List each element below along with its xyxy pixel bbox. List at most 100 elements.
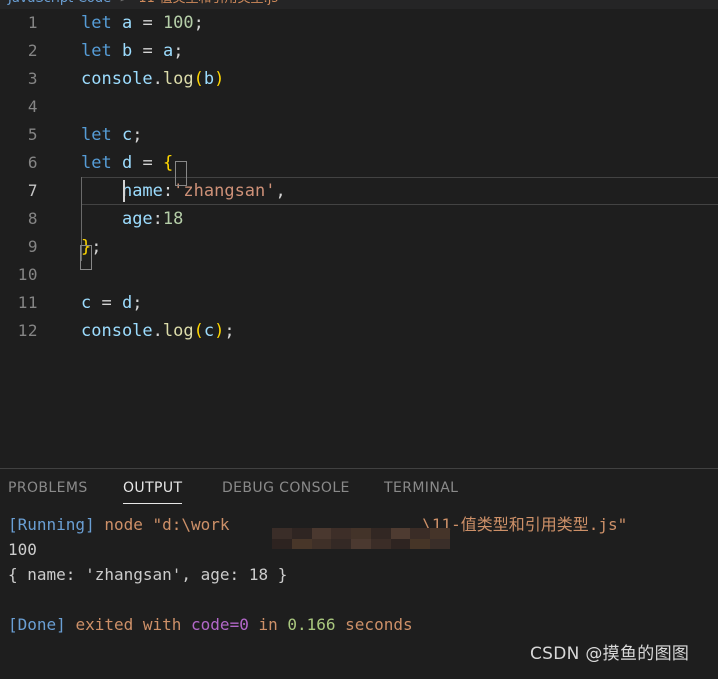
code-token: let xyxy=(81,125,112,145)
active-tab-underline xyxy=(123,503,183,504)
code-token: . xyxy=(152,69,163,89)
code-line[interactable]: 10 xyxy=(0,261,718,289)
indent-guide xyxy=(81,177,82,261)
code-token: console xyxy=(81,69,153,89)
code-line-list[interactable]: 1 let a = 100; 2 let b = a; 3 console.log(b) 4… xyxy=(0,9,718,345)
code-token: = xyxy=(132,13,163,33)
redaction-block xyxy=(370,538,391,549)
code-line[interactable]: 3 console.log(b) xyxy=(0,65,718,93)
panel-tab-label: OUTPUT xyxy=(123,480,183,496)
panel-tab-bar[interactable]: PROBLEMS OUTPUT DEBUG CONSOLE TERMINAL xyxy=(0,469,718,504)
panel-tab-output[interactable]: OUTPUT xyxy=(123,479,183,504)
line-number: 2 xyxy=(27,41,38,60)
line-number: 3 xyxy=(27,69,38,88)
breadcrumb-separator-icon: > xyxy=(115,0,134,6)
code-token: ; xyxy=(91,237,102,257)
code-text[interactable]: let a = 100; xyxy=(81,9,204,37)
code-line[interactable]: 6 let d = { xyxy=(0,149,718,177)
code-token: let xyxy=(81,153,112,173)
code-text[interactable]: console.log(c); xyxy=(81,317,235,345)
panel-tab-label: PROBLEMS xyxy=(8,480,88,496)
breadcrumb-bar[interactable]: JavaScript-Code > 11-值类型和引用类型.js xyxy=(0,0,718,9)
code-token: ) xyxy=(214,321,225,341)
breadcrumb-file[interactable]: 11-值类型和引用类型.js xyxy=(138,0,278,6)
code-text[interactable]: c = d; xyxy=(81,289,142,317)
line-number: 6 xyxy=(27,153,38,172)
line-number: 11 xyxy=(17,293,38,312)
code-text[interactable]: console.log(b) xyxy=(81,65,224,93)
code-token: a xyxy=(121,13,133,33)
line-number: 5 xyxy=(27,125,38,144)
code-token: ; xyxy=(224,321,235,341)
code-line[interactable]: 12 console.log(c); xyxy=(0,317,718,345)
code-token: d xyxy=(121,153,133,173)
redaction-block xyxy=(272,528,292,539)
code-line[interactable]: 2 let b = a; xyxy=(0,37,718,65)
code-token: c xyxy=(203,321,215,341)
code-token: ( xyxy=(193,69,204,89)
code-line[interactable]: 7 name:'zhangsan', xyxy=(0,177,718,205)
output-line-object: { name: 'zhangsan', age: 18 } xyxy=(8,562,718,587)
line-number: 4 xyxy=(27,97,38,116)
panel-tab-terminal[interactable]: TERMINAL xyxy=(384,479,458,497)
code-token: { xyxy=(162,153,174,173)
code-token: console xyxy=(81,321,153,341)
redaction-block xyxy=(291,528,312,539)
code-line[interactable]: 1 let a = 100; xyxy=(0,9,718,37)
code-token: . xyxy=(152,321,163,341)
code-token: b xyxy=(203,69,215,89)
code-line[interactable]: 4 xyxy=(0,93,718,121)
output-segment: in xyxy=(248,615,288,634)
code-text[interactable]: age:18 xyxy=(81,205,183,233)
code-token: : xyxy=(152,209,163,229)
line-number: 8 xyxy=(27,209,38,228)
line-number: 7 xyxy=(27,181,38,200)
code-token: ( xyxy=(193,321,204,341)
code-token: : xyxy=(162,181,174,201)
code-token: } xyxy=(81,237,92,257)
code-token: ; xyxy=(173,41,184,61)
output-segment: exited with xyxy=(75,615,192,634)
code-text[interactable]: name:'zhangsan', xyxy=(81,177,286,205)
breadcrumb[interactable]: JavaScript-Code > 11-值类型和引用类型.js xyxy=(8,0,278,9)
panel-tab-problems[interactable]: PROBLEMS xyxy=(8,479,88,497)
code-token: b xyxy=(121,41,133,61)
output-line-done: [Done] exited with code=0 in 0.166 secon… xyxy=(8,612,718,637)
code-line[interactable]: 11 c = d; xyxy=(0,289,718,317)
redaction-block xyxy=(430,538,450,549)
code-text[interactable]: let c; xyxy=(81,121,142,149)
code-token: ; xyxy=(132,293,143,313)
line-number: 12 xyxy=(17,321,38,340)
code-text[interactable]: let b = a; xyxy=(81,37,183,65)
output-segment: 100 xyxy=(8,540,37,559)
output-segment: seconds xyxy=(335,615,413,634)
output-segment: "d:\work xyxy=(152,515,230,534)
code-token: 'zhangsan' xyxy=(173,181,276,201)
line-number: 10 xyxy=(17,265,38,284)
output-segment: [Running] xyxy=(8,515,105,534)
code-text[interactable]: let d = { xyxy=(81,149,173,177)
code-line[interactable]: 5 let c; xyxy=(0,121,718,149)
output-line-blank xyxy=(8,587,718,612)
text-cursor xyxy=(123,180,125,202)
redaction-block xyxy=(311,538,332,549)
code-token: 18 xyxy=(162,209,184,229)
code-token: = xyxy=(91,293,122,313)
output-segment: code=0 xyxy=(191,615,249,634)
code-text[interactable]: }; xyxy=(81,233,102,261)
panel-tab-debug-console[interactable]: DEBUG CONSOLE xyxy=(222,479,350,497)
code-token: let xyxy=(81,41,112,61)
line-number: 1 xyxy=(27,13,38,32)
panel-tab-label: DEBUG CONSOLE xyxy=(222,480,350,496)
code-token: ; xyxy=(193,13,204,33)
redaction-block xyxy=(331,528,352,539)
code-editor[interactable]: 1 let a = 100; 2 let b = a; 3 console.log(b) 4… xyxy=(0,9,718,468)
redaction-block xyxy=(351,538,371,549)
code-line[interactable]: 8 age:18 xyxy=(0,205,718,233)
breadcrumb-folder[interactable]: JavaScript-Code xyxy=(8,0,111,6)
code-line[interactable]: 9}; xyxy=(0,233,718,261)
output-segment: [Done] xyxy=(8,615,76,634)
